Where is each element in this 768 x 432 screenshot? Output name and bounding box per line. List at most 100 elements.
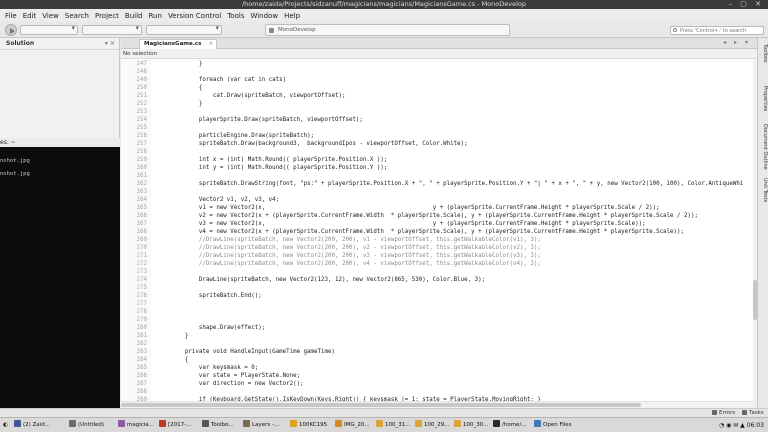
code-line[interactable]: 268 v4 = new Vector2(x + (playerSprite.C… xyxy=(121,228,757,236)
code-line[interactable]: 262 spriteBatch.DrawString(font, "ps:" +… xyxy=(121,180,757,188)
code-line[interactable]: 274 DrawLine(spriteBatch, new Vector2(12… xyxy=(121,276,757,284)
scrollbar-thumb[interactable] xyxy=(121,403,641,407)
code-line[interactable]: 254 playerSprite.Draw(spriteBatch, viewp… xyxy=(121,116,757,124)
dock-tab-toolbox[interactable]: Toolbox xyxy=(759,44,768,63)
code-line[interactable]: 253 xyxy=(121,108,757,116)
menu-item-view[interactable]: View xyxy=(39,12,62,20)
tab-navigation[interactable]: ◂ ▸ ▾ xyxy=(723,39,751,46)
code-line[interactable]: 249 foreach (var cat in cats) xyxy=(121,76,757,84)
taskbar-item[interactable]: Toolbo... xyxy=(202,420,240,431)
line-number: 260 xyxy=(136,165,147,171)
code-line[interactable]: 278 xyxy=(121,308,757,316)
code-line[interactable]: 283 private void HandleInput(GameTime ga… xyxy=(121,348,757,356)
taskbar-item[interactable]: 100KC195 xyxy=(290,420,332,431)
code-line[interactable]: 261 xyxy=(121,172,757,180)
menu-item-project[interactable]: Project xyxy=(92,12,122,20)
code-line[interactable]: 264 Vector2 v1, v2, v3, v4; xyxy=(121,196,757,204)
menu-item-version-control[interactable]: Version Control xyxy=(165,12,224,20)
menu-item-run[interactable]: Run xyxy=(146,12,165,20)
search-input[interactable]: Press 'Control+,' to search xyxy=(670,26,764,35)
code-line[interactable]: 256 particleEngine.Draw(spriteBatch); xyxy=(121,132,757,140)
code-line[interactable]: 252 } xyxy=(121,100,757,108)
code-area[interactable]: 247 } 248 249 foreach (var cat in cats) 250… xyxy=(121,60,757,408)
taskbar-item[interactable]: 100_31... xyxy=(376,420,412,431)
code-line[interactable]: 260 int y = (int) Math.Round(( playerSpr… xyxy=(121,164,757,172)
tab-magiciansgame-cs[interactable]: MagiciansGame.cs × xyxy=(139,39,217,49)
system-tray[interactable]: ◔ ◉ ✉ ▲ 06:03 xyxy=(719,420,764,431)
dock-tab-document-outline[interactable]: Document Outline xyxy=(759,124,768,170)
code-text: v1 = new Vector2(x, y + (playerSprite.Cu… xyxy=(157,205,660,211)
code-line[interactable]: 273 xyxy=(121,268,757,276)
tasks-button[interactable]: Tasks xyxy=(742,409,764,417)
window-controls[interactable]: – ▢ ✕ xyxy=(729,0,764,9)
terminal-line: nshot.jpg xyxy=(0,158,30,164)
code-line[interactable]: 281 } xyxy=(121,332,757,340)
menu-item-search[interactable]: Search xyxy=(62,12,92,20)
taskbar-item[interactable]: (Untitled) xyxy=(69,420,115,431)
window-title: /home/zaida/Projects/sidzanuff/magicians… xyxy=(241,0,527,8)
code-line[interactable]: 263 xyxy=(121,188,757,196)
taskbar-item[interactable]: /home/... xyxy=(493,420,531,431)
code-line[interactable]: 251 cat.Draw(spriteBatch, viewportOffset… xyxy=(121,92,757,100)
errors-label: Errors xyxy=(719,410,736,416)
menu-item-window[interactable]: Window xyxy=(247,12,281,20)
line-number: 249 xyxy=(136,77,147,83)
code-line[interactable]: 276 spriteBatch.End(); xyxy=(121,292,757,300)
code-line[interactable]: 279 xyxy=(121,316,757,324)
horizontal-scrollbar[interactable] xyxy=(121,401,753,408)
taskbar-item[interactable]: 100_30... xyxy=(454,420,490,431)
taskbar-item[interactable]: IMG_20... xyxy=(335,420,373,431)
code-line[interactable]: 258 xyxy=(121,148,757,156)
code-line[interactable]: 265 v1 = new Vector2(x, y + (playerSprit… xyxy=(121,204,757,212)
network-icon[interactable]: ◔ ◉ ✉ ▲ xyxy=(719,422,747,429)
run-button[interactable] xyxy=(5,24,17,36)
dock-tab-properties[interactable]: Properties xyxy=(759,86,768,111)
code-line[interactable]: 275 xyxy=(121,284,757,292)
menu-item-help[interactable]: Help xyxy=(281,12,303,20)
breadcrumb[interactable]: No selection xyxy=(121,49,757,59)
start-menu-icon[interactable]: ◐ xyxy=(3,420,11,431)
code-text: //DrawLine(spriteBatch, new Vector2(200,… xyxy=(157,237,541,243)
code-line[interactable]: 266 v2 = new Vector2(x + (playerSprite.C… xyxy=(121,212,757,220)
code-line[interactable]: 277 xyxy=(121,300,757,308)
close-icon[interactable]: × xyxy=(208,40,213,49)
terminal-window[interactable]: es: ~ nshot.jpg nshot.jpg xyxy=(0,138,120,408)
device-selector[interactable] xyxy=(146,24,222,35)
code-line[interactable]: 259 int x = (int) Math.Round(( playerSpr… xyxy=(121,156,757,164)
target-selector[interactable] xyxy=(82,24,142,35)
taskbar-item[interactable]: Layers -... xyxy=(243,420,287,431)
code-line[interactable]: 271 //DrawLine(spriteBatch, new Vector2(… xyxy=(121,252,757,260)
code-line[interactable]: 267 v3 = new Vector2(x, y + (playerSprit… xyxy=(121,220,757,228)
code-line[interactable]: 250 { xyxy=(121,84,757,92)
dock-tab-unit-tests[interactable]: Unit Tests xyxy=(759,178,768,202)
menu-item-file[interactable]: File xyxy=(2,12,20,20)
taskbar-item[interactable]: magicia... xyxy=(118,420,156,431)
taskbar-item[interactable]: Open Files xyxy=(534,420,580,431)
app-icon xyxy=(202,420,209,427)
code-line[interactable]: 287 var direction = new Vector2(); xyxy=(121,380,757,388)
code-line[interactable]: 284 { xyxy=(121,356,757,364)
code-line[interactable]: 270 //DrawLine(spriteBatch, new Vector2(… xyxy=(121,244,757,252)
code-line[interactable]: 272 //DrawLine(spriteBatch, new Vector2(… xyxy=(121,260,757,268)
taskbar-item[interactable]: 100_29... xyxy=(415,420,451,431)
code-line[interactable]: 255 xyxy=(121,124,757,132)
code-line[interactable]: 248 xyxy=(121,68,757,76)
code-text: var keysmask = 0; xyxy=(157,365,259,371)
menu-item-build[interactable]: Build xyxy=(122,12,146,20)
code-line[interactable]: 286 var state = PlayerState.None; xyxy=(121,372,757,380)
menu-item-edit[interactable]: Edit xyxy=(20,12,40,20)
search-icon xyxy=(673,28,677,32)
menu-item-tools[interactable]: Tools xyxy=(224,12,247,20)
code-line[interactable]: 247 } xyxy=(121,60,757,68)
taskbar-item[interactable]: (2) Zaid... xyxy=(14,420,66,431)
taskbar-item[interactable]: [2017-... xyxy=(159,420,199,431)
code-line[interactable]: 269 //DrawLine(spriteBatch, new Vector2(… xyxy=(121,236,757,244)
code-line[interactable]: 280 shape.Draw(effect); xyxy=(121,324,757,332)
code-line[interactable]: 285 var keysmask = 0; xyxy=(121,364,757,372)
code-line[interactable]: 288 xyxy=(121,388,757,396)
configuration-selector[interactable] xyxy=(20,24,78,35)
code-line[interactable]: 257 spriteBatch.Draw(background3, backgr… xyxy=(121,140,757,148)
errors-button[interactable]: Errors xyxy=(712,409,735,417)
code-line[interactable]: 282 xyxy=(121,340,757,348)
pad-options-icon[interactable]: ▾ ✕ xyxy=(105,38,115,50)
